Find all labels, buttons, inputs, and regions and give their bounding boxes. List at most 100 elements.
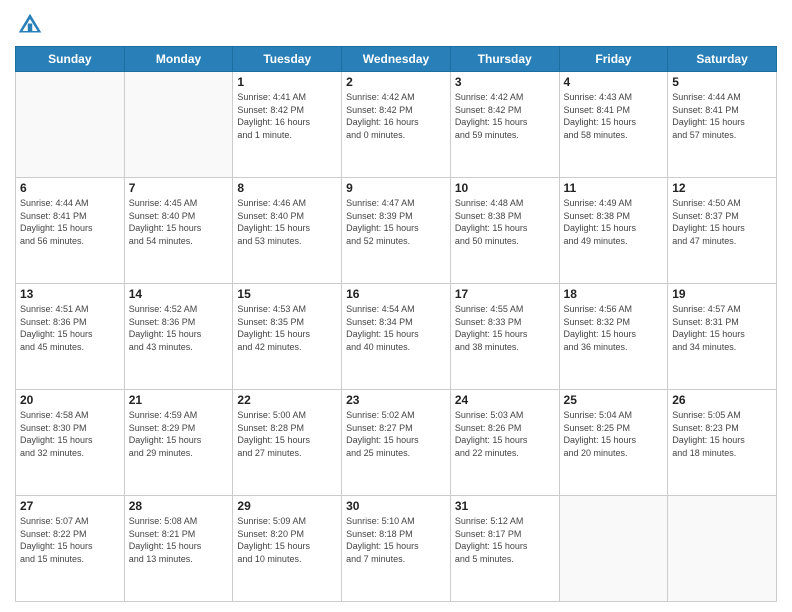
day-info: Sunrise: 4:57 AM Sunset: 8:31 PM Dayligh…: [672, 303, 772, 353]
day-number: 5: [672, 75, 772, 89]
day-info: Sunrise: 4:42 AM Sunset: 8:42 PM Dayligh…: [455, 91, 555, 141]
day-cell: 22Sunrise: 5:00 AM Sunset: 8:28 PM Dayli…: [233, 390, 342, 496]
calendar-header-row: SundayMondayTuesdayWednesdayThursdayFrid…: [16, 47, 777, 72]
col-header-friday: Friday: [559, 47, 668, 72]
day-info: Sunrise: 4:47 AM Sunset: 8:39 PM Dayligh…: [346, 197, 446, 247]
day-number: 10: [455, 181, 555, 195]
day-info: Sunrise: 5:04 AM Sunset: 8:25 PM Dayligh…: [564, 409, 664, 459]
day-number: 12: [672, 181, 772, 195]
day-number: 19: [672, 287, 772, 301]
day-info: Sunrise: 4:43 AM Sunset: 8:41 PM Dayligh…: [564, 91, 664, 141]
day-cell: 18 Sunrise: 4:56 AM Sunset: 8:32 PM Dayli…: [559, 284, 668, 390]
day-cell: 25 Sunrise: 5:04 AM Sunset: 8:25 PM Dayli…: [559, 390, 668, 496]
day-cell: 17Sunrise: 4:55 AM Sunset: 8:33 PM Dayli…: [450, 284, 559, 390]
day-cell: 14Sunrise: 4:52 AM Sunset: 8:36 PM Dayli…: [124, 284, 233, 390]
day-cell: 24 Sunrise: 5:03 AM Sunset: 8:26 PM Dayli…: [450, 390, 559, 496]
day-cell: 9Sunrise: 4:47 AM Sunset: 8:39 PM Daylig…: [342, 178, 451, 284]
day-info: Sunrise: 4:44 AM Sunset: 8:41 PM Dayligh…: [20, 197, 120, 247]
day-cell: [559, 496, 668, 602]
day-number: 7: [129, 181, 229, 195]
day-number: 18: [564, 287, 664, 301]
day-info: Sunrise: 5:10 AM Sunset: 8:18 PM Dayligh…: [346, 515, 446, 565]
day-cell: 3 Sunrise: 4:42 AM Sunset: 8:42 PM Daylig…: [450, 72, 559, 178]
day-info: Sunrise: 4:53 AM Sunset: 8:35 PM Dayligh…: [237, 303, 337, 353]
day-info: Sunrise: 4:50 AM Sunset: 8:37 PM Dayligh…: [672, 197, 772, 247]
day-number: 29: [237, 499, 337, 513]
day-info: Sunrise: 4:52 AM Sunset: 8:36 PM Dayligh…: [129, 303, 229, 353]
day-cell: 23 Sunrise: 5:02 AM Sunset: 8:27 PM Dayli…: [342, 390, 451, 496]
day-info: Sunrise: 4:56 AM Sunset: 8:32 PM Dayligh…: [564, 303, 664, 353]
day-number: 21: [129, 393, 229, 407]
day-info: Sunrise: 4:48 AM Sunset: 8:38 PM Dayligh…: [455, 197, 555, 247]
col-header-sunday: Sunday: [16, 47, 125, 72]
day-number: 3: [455, 75, 555, 89]
day-number: 13: [20, 287, 120, 301]
day-cell: 10 Sunrise: 4:48 AM Sunset: 8:38 PM Dayli…: [450, 178, 559, 284]
day-info: Sunrise: 5:02 AM Sunset: 8:27 PM Dayligh…: [346, 409, 446, 459]
week-row-4: 20 Sunrise: 4:58 AM Sunset: 8:30 PM Dayli…: [16, 390, 777, 496]
day-cell: 4 Sunrise: 4:43 AM Sunset: 8:41 PM Daylig…: [559, 72, 668, 178]
day-info: Sunrise: 5:08 AM Sunset: 8:21 PM Dayligh…: [129, 515, 229, 565]
day-info: Sunrise: 4:45 AM Sunset: 8:40 PM Dayligh…: [129, 197, 229, 247]
day-cell: 30 Sunrise: 5:10 AM Sunset: 8:18 PM Dayli…: [342, 496, 451, 602]
day-cell: 7 Sunrise: 4:45 AM Sunset: 8:40 PM Daylig…: [124, 178, 233, 284]
day-info: Sunrise: 4:59 AM Sunset: 8:29 PM Dayligh…: [129, 409, 229, 459]
day-number: 11: [564, 181, 664, 195]
day-cell: 5 Sunrise: 4:44 AM Sunset: 8:41 PM Daylig…: [668, 72, 777, 178]
col-header-tuesday: Tuesday: [233, 47, 342, 72]
logo-icon: [15, 10, 45, 40]
day-number: 27: [20, 499, 120, 513]
day-cell: [16, 72, 125, 178]
day-info: Sunrise: 4:46 AM Sunset: 8:40 PM Dayligh…: [237, 197, 337, 247]
day-cell: 8 Sunrise: 4:46 AM Sunset: 8:40 PM Daylig…: [233, 178, 342, 284]
day-cell: 28 Sunrise: 5:08 AM Sunset: 8:21 PM Dayli…: [124, 496, 233, 602]
day-cell: 19 Sunrise: 4:57 AM Sunset: 8:31 PM Dayli…: [668, 284, 777, 390]
day-info: Sunrise: 4:58 AM Sunset: 8:30 PM Dayligh…: [20, 409, 120, 459]
day-cell: 21 Sunrise: 4:59 AM Sunset: 8:29 PM Dayli…: [124, 390, 233, 496]
day-info: Sunrise: 5:03 AM Sunset: 8:26 PM Dayligh…: [455, 409, 555, 459]
day-number: 23: [346, 393, 446, 407]
day-number: 6: [20, 181, 120, 195]
header: [15, 10, 777, 40]
day-number: 24: [455, 393, 555, 407]
day-cell: 1Sunrise: 4:41 AM Sunset: 8:42 PM Daylig…: [233, 72, 342, 178]
day-info: Sunrise: 4:54 AM Sunset: 8:34 PM Dayligh…: [346, 303, 446, 353]
day-cell: 31Sunrise: 5:12 AM Sunset: 8:17 PM Dayli…: [450, 496, 559, 602]
day-info: Sunrise: 4:49 AM Sunset: 8:38 PM Dayligh…: [564, 197, 664, 247]
day-cell: 13Sunrise: 4:51 AM Sunset: 8:36 PM Dayli…: [16, 284, 125, 390]
col-header-wednesday: Wednesday: [342, 47, 451, 72]
day-cell: 11 Sunrise: 4:49 AM Sunset: 8:38 PM Dayli…: [559, 178, 668, 284]
calendar-table: SundayMondayTuesdayWednesdayThursdayFrid…: [15, 46, 777, 602]
day-info: Sunrise: 4:41 AM Sunset: 8:42 PM Dayligh…: [237, 91, 337, 141]
day-info: Sunrise: 5:12 AM Sunset: 8:17 PM Dayligh…: [455, 515, 555, 565]
day-cell: 6 Sunrise: 4:44 AM Sunset: 8:41 PM Daylig…: [16, 178, 125, 284]
day-number: 15: [237, 287, 337, 301]
day-cell: [124, 72, 233, 178]
day-number: 28: [129, 499, 229, 513]
day-info: Sunrise: 5:09 AM Sunset: 8:20 PM Dayligh…: [237, 515, 337, 565]
day-number: 26: [672, 393, 772, 407]
day-cell: 12 Sunrise: 4:50 AM Sunset: 8:37 PM Dayli…: [668, 178, 777, 284]
week-row-3: 13Sunrise: 4:51 AM Sunset: 8:36 PM Dayli…: [16, 284, 777, 390]
day-number: 16: [346, 287, 446, 301]
day-info: Sunrise: 4:42 AM Sunset: 8:42 PM Dayligh…: [346, 91, 446, 141]
logo: [15, 10, 49, 40]
day-cell: 20 Sunrise: 4:58 AM Sunset: 8:30 PM Dayli…: [16, 390, 125, 496]
day-number: 4: [564, 75, 664, 89]
day-cell: 15 Sunrise: 4:53 AM Sunset: 8:35 PM Dayli…: [233, 284, 342, 390]
day-cell: 2 Sunrise: 4:42 AM Sunset: 8:42 PM Daylig…: [342, 72, 451, 178]
day-info: Sunrise: 5:07 AM Sunset: 8:22 PM Dayligh…: [20, 515, 120, 565]
day-number: 25: [564, 393, 664, 407]
day-info: Sunrise: 5:00 AM Sunset: 8:28 PM Dayligh…: [237, 409, 337, 459]
day-cell: 26 Sunrise: 5:05 AM Sunset: 8:23 PM Dayli…: [668, 390, 777, 496]
day-number: 2: [346, 75, 446, 89]
day-number: 17: [455, 287, 555, 301]
day-number: 8: [237, 181, 337, 195]
page: SundayMondayTuesdayWednesdayThursdayFrid…: [0, 0, 792, 612]
day-info: Sunrise: 5:05 AM Sunset: 8:23 PM Dayligh…: [672, 409, 772, 459]
day-number: 20: [20, 393, 120, 407]
day-number: 30: [346, 499, 446, 513]
col-header-saturday: Saturday: [668, 47, 777, 72]
day-info: Sunrise: 4:44 AM Sunset: 8:41 PM Dayligh…: [672, 91, 772, 141]
week-row-2: 6 Sunrise: 4:44 AM Sunset: 8:41 PM Daylig…: [16, 178, 777, 284]
